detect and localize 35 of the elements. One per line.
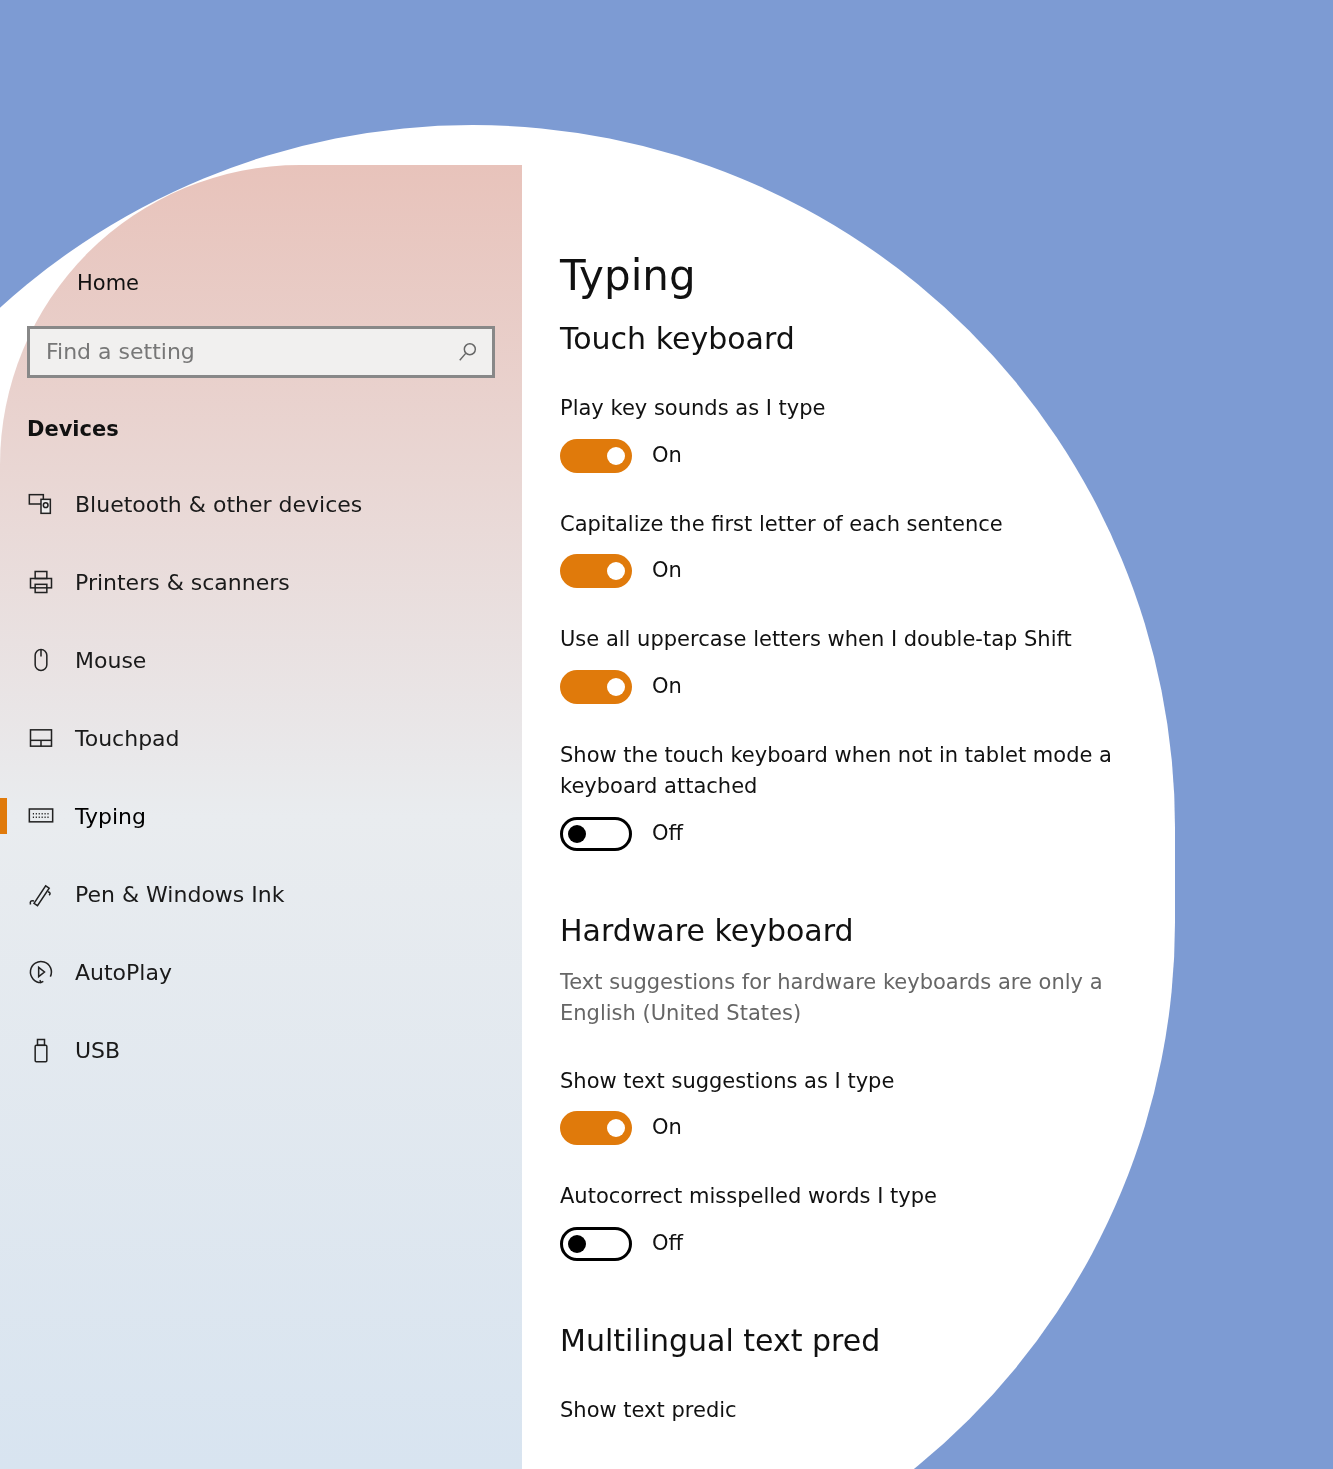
selection-indicator <box>0 798 7 834</box>
setting-label: Play key sounds as I type <box>560 395 827 423</box>
setting-label: Show text predic <box>560 1396 738 1424</box>
page-title: Typing <box>560 253 697 300</box>
toggle-state: On <box>652 1114 682 1142</box>
toggle-state: On <box>652 441 682 469</box>
toggle-state: On <box>652 557 682 585</box>
toggle-state: On <box>652 672 682 700</box>
search-icon <box>457 340 479 363</box>
setting-label: Show the touch keyboard when not in tablet mode a keyboard attached <box>560 741 1113 801</box>
nav-item[interactable]: Mouse <box>27 643 147 677</box>
toggle-state: Off <box>652 819 683 847</box>
nav-item[interactable]: Touchpad <box>27 721 180 755</box>
nav-item[interactable]: Pen & Windows Ink <box>27 877 285 911</box>
section-heading: Multilingual text pred <box>560 1322 882 1359</box>
section-heading: Touch keyboard <box>560 321 796 358</box>
setting-label: Show text suggestions as I type <box>560 1067 896 1095</box>
printer-icon <box>27 568 55 596</box>
nav-item[interactable]: AutoPlay <box>27 955 172 989</box>
home-link[interactable]: Home <box>77 271 139 295</box>
toggle-switch[interactable] <box>560 554 632 589</box>
nav-item[interactable]: Printers & scanners <box>27 565 290 599</box>
toggle-state: Off <box>652 1229 683 1257</box>
section-heading: Hardware keyboard <box>560 912 855 949</box>
setting-label: Capitalize the first letter of each sentence <box>560 510 1004 538</box>
description-text: Text suggestions for hardware keyboards are only a English (United States) <box>560 968 1104 1028</box>
toggle-switch[interactable] <box>560 1111 632 1146</box>
search-field[interactable]: Find a setting <box>27 325 495 378</box>
setting-label: Autocorrect misspelled words I type <box>560 1183 938 1211</box>
setting-label: Use all uppercase letters when I double-tap Shift <box>560 626 1073 654</box>
play-circle-icon <box>27 958 55 986</box>
group-heading: Devices <box>27 415 120 443</box>
nav-item[interactable]: Typing <box>27 799 147 833</box>
nav-item[interactable]: USB <box>27 1033 121 1067</box>
nav-item[interactable]: Bluetooth & other devices <box>27 487 363 521</box>
